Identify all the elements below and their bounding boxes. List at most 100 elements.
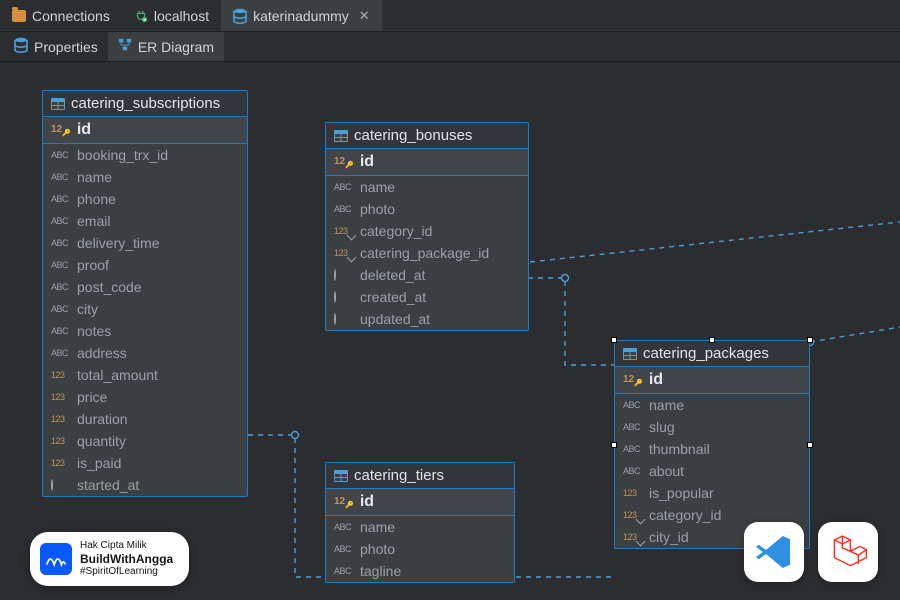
entity-header[interactable]: catering_packages — [615, 341, 809, 367]
column-name: about — [649, 463, 684, 479]
text-type-icon: ABC — [623, 422, 643, 432]
subtab-er-diagram[interactable]: ER Diagram — [108, 32, 224, 61]
bwa-logo-icon — [40, 543, 72, 575]
entity-catering-packages[interactable]: catering_packages 12🔑 id ABCnameABCslugA… — [614, 340, 810, 549]
column-quantity[interactable]: 123quantity — [43, 430, 247, 452]
subtab-properties[interactable]: Properties — [4, 32, 108, 61]
text-type-icon: ABC — [623, 444, 643, 454]
column-name: name — [649, 397, 684, 413]
close-icon[interactable]: ✕ — [359, 8, 370, 24]
entity-catering-bonuses[interactable]: catering_bonuses 12🔑 id ABCnameABCphoto1… — [325, 122, 529, 331]
column-name: slug — [649, 419, 675, 435]
table-icon — [334, 130, 348, 142]
column-created_at[interactable]: created_at — [326, 286, 528, 308]
column-name: started_at — [77, 477, 139, 493]
selection-handle[interactable] — [807, 442, 813, 448]
column-phone[interactable]: ABCphone — [43, 188, 247, 210]
column-category_id[interactable]: 123category_id — [326, 220, 528, 242]
number-type-icon: 123 — [51, 436, 71, 446]
column-notes[interactable]: ABCnotes — [43, 320, 247, 342]
selection-handle[interactable] — [807, 337, 813, 343]
entity-header[interactable]: catering_subscriptions — [43, 91, 247, 117]
timestamp-type-icon — [334, 270, 354, 280]
column-id-pk[interactable]: 12🔑 id — [326, 149, 528, 176]
text-type-icon: ABC — [623, 466, 643, 476]
column-deleted_at[interactable]: deleted_at — [326, 264, 528, 286]
column-name[interactable]: ABCname — [326, 176, 528, 198]
column-name[interactable]: ABC name — [326, 516, 514, 538]
selection-handle[interactable] — [611, 442, 617, 448]
er-canvas[interactable]: catering_subscriptions 12🔑 id ABCbooking… — [0, 62, 900, 600]
column-delivery_time[interactable]: ABCdelivery_time — [43, 232, 247, 254]
column-photo[interactable]: ABCphoto — [326, 538, 514, 560]
column-name: deleted_at — [360, 267, 425, 283]
column-duration[interactable]: 123duration — [43, 408, 247, 430]
text-type-icon: ABC — [334, 544, 354, 554]
column-id-pk[interactable]: 12🔑 id — [43, 117, 247, 144]
entity-header[interactable]: catering_tiers — [326, 463, 514, 489]
column-about[interactable]: ABC about — [615, 460, 809, 482]
column-name: category_id — [649, 507, 721, 523]
subtab-label: Properties — [34, 39, 98, 55]
column-catering_package_id[interactable]: 123catering_package_id — [326, 242, 528, 264]
column-id-pk[interactable]: 12🔑 id — [615, 367, 809, 394]
pk-type-icon: 12🔑 — [334, 496, 354, 509]
tab-localhost[interactable]: localhost — [122, 0, 221, 31]
tab-label: katerinadummy — [253, 8, 349, 24]
text-type-icon: ABC — [334, 522, 354, 532]
column-post_code[interactable]: ABCpost_code — [43, 276, 247, 298]
column-name: id — [360, 153, 374, 171]
text-type-icon: ABC — [51, 326, 71, 336]
tab-label: localhost — [154, 8, 209, 24]
text-type-icon: ABC — [334, 182, 354, 192]
column-is_popular[interactable]: 123is_popular — [615, 482, 809, 504]
column-tagline[interactable]: ABCtagline — [326, 560, 514, 582]
column-is_paid[interactable]: 123is_paid — [43, 452, 247, 474]
column-thumbnail[interactable]: ABCthumbnail — [615, 438, 809, 460]
text-type-icon: ABC — [334, 566, 354, 576]
pk-type-icon: 12🔑 — [51, 124, 71, 137]
columns-list: ABCbooking_trx_idABCnameABCphoneABCemail… — [43, 144, 247, 496]
column-address[interactable]: ABCaddress — [43, 342, 247, 364]
text-type-icon: ABC — [51, 150, 71, 160]
entity-name: catering_packages — [643, 345, 769, 362]
column-name: delivery_time — [77, 235, 159, 251]
number-type-icon: 123 — [51, 458, 71, 468]
column-started_at[interactable]: started_at — [43, 474, 247, 496]
number-type-icon: 123 — [623, 510, 643, 520]
column-updated_at[interactable]: updated_at — [326, 308, 528, 330]
entity-header[interactable]: catering_bonuses — [326, 123, 528, 149]
entity-catering-tiers[interactable]: catering_tiers 12🔑 id ABCnameABCphotoABC… — [325, 462, 515, 583]
column-name: proof — [77, 257, 109, 273]
column-total_amount[interactable]: 123total_amount — [43, 364, 247, 386]
column-proof[interactable]: ABCproof — [43, 254, 247, 276]
selection-handle[interactable] — [611, 337, 617, 343]
column-city[interactable]: ABCcity — [43, 298, 247, 320]
column-name[interactable]: ABCname — [615, 394, 809, 416]
column-name: id — [360, 493, 374, 511]
column-name: city — [77, 301, 98, 317]
number-type-icon: 123 — [51, 370, 71, 380]
database-icon — [14, 37, 28, 56]
column-name: name — [360, 519, 395, 535]
column-price[interactable]: 123price — [43, 386, 247, 408]
column-email[interactable]: ABCemail — [43, 210, 247, 232]
column-booking_trx_id[interactable]: ABCbooking_trx_id — [43, 144, 247, 166]
selection-handle[interactable] — [709, 337, 715, 343]
column-name[interactable]: ABCname — [43, 166, 247, 188]
column-id-pk[interactable]: 12🔑 id — [326, 489, 514, 516]
column-name: id — [649, 371, 663, 389]
text-type-icon: ABC — [51, 282, 71, 292]
column-photo[interactable]: ABCphoto — [326, 198, 528, 220]
entity-name: catering_tiers — [354, 467, 444, 484]
column-slug[interactable]: ABC slug — [615, 416, 809, 438]
number-type-icon: 123 — [51, 392, 71, 402]
tab-connections[interactable]: Connections — [0, 0, 122, 31]
tab-katerinadummy[interactable]: katerinadummy ✕ — [221, 0, 382, 31]
column-name: email — [77, 213, 110, 229]
timestamp-type-icon — [51, 480, 71, 490]
number-type-icon: 123 — [623, 532, 643, 542]
plug-icon — [134, 9, 148, 23]
entity-catering-subscriptions[interactable]: catering_subscriptions 12🔑 id ABCbooking… — [42, 90, 248, 497]
number-type-icon: 123 — [51, 414, 71, 424]
